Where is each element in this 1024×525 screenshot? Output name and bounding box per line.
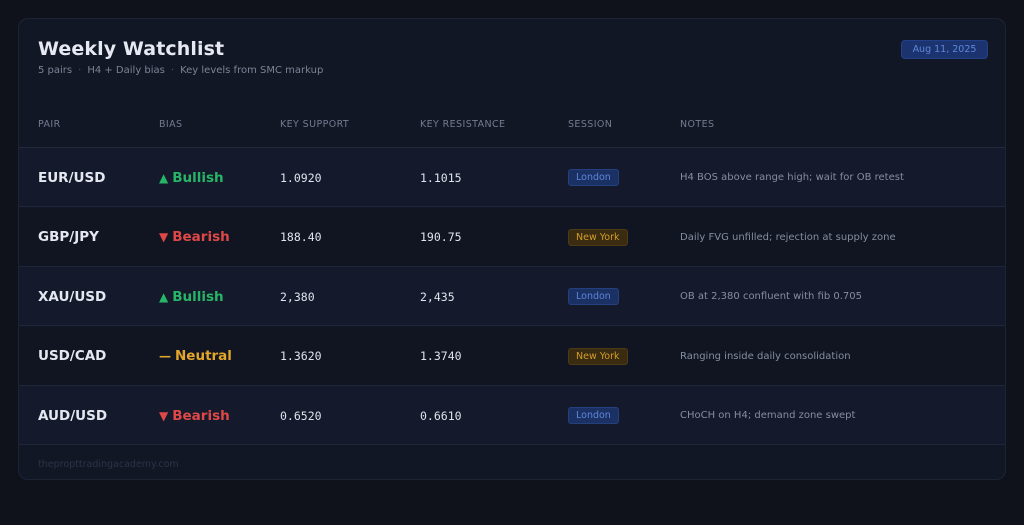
bias-cell: ▼ Bearish: [159, 208, 230, 267]
pair-cell: USD/CAD: [38, 348, 107, 364]
bias-bullish-icon: ▲: [159, 170, 169, 185]
session-cell: London: [568, 386, 619, 445]
bias-label: Bullish: [172, 169, 224, 186]
subtitle-timeframe: H4 + Daily bias: [87, 65, 165, 76]
pair-cell: EUR/USD: [38, 169, 106, 186]
bias-cell: ▲ Bullish: [159, 148, 224, 207]
bias-label: Bearish: [172, 229, 230, 245]
subtitle-source: Key levels from SMC markup: [180, 65, 324, 76]
column-header-notes: NOTES: [680, 119, 715, 130]
subtitle-separator: ·: [78, 65, 82, 76]
notes-cell: Daily FVG unfilled; rejection at supply …: [680, 231, 896, 243]
bias-label: Bearish: [172, 407, 230, 424]
session-badge: London: [568, 169, 619, 186]
subtitle-pair-count: 5 pairs: [38, 65, 73, 76]
table-row[interactable]: EUR/USD ▲ Bullish 1.0920 1.1015 London H4 BOS …: [19, 148, 1005, 207]
bias-cell: ▲ Bullish: [159, 267, 224, 326]
bias-label: Bullish: [172, 288, 224, 305]
notes-cell: CHoCH on H4; demand zone swept: [680, 410, 856, 421]
key-support-cell: 1.3620: [280, 349, 322, 363]
page-title: Weekly Watchlist: [38, 38, 225, 60]
session-cell: New York: [568, 327, 628, 386]
session-cell: New York: [568, 208, 628, 267]
table-row[interactable]: AUD/USD ▼ Bearish 0.6520 0.6610 London CHoCH o…: [19, 386, 1005, 445]
notes-cell: OB at 2,380 confluent with fib 0.705: [680, 291, 862, 302]
session-badge: London: [568, 288, 619, 305]
column-header-bias: BIAS: [159, 119, 183, 130]
column-header-key-resistance: KEY RESISTANCE: [420, 119, 506, 130]
session-badge: New York: [568, 228, 628, 246]
key-support-cell: 0.6520: [280, 408, 322, 423]
session-badge: New York: [568, 347, 628, 365]
notes-cell: H4 BOS above range high; wait for OB ret…: [680, 172, 904, 183]
bias-cell: — Neutral: [159, 327, 232, 386]
table-row[interactable]: GBP/JPY ▼ Bearish 188.40 190.75 New York Daily…: [19, 207, 1005, 267]
session-badge: London: [568, 407, 619, 424]
column-header-key-support: KEY SUPPORT: [280, 119, 350, 130]
bias-label: Neutral: [175, 348, 232, 364]
pair-cell: GBP/JPY: [38, 229, 99, 245]
key-resistance-cell: 1.3740: [420, 349, 462, 363]
column-header-pair: PAIR: [38, 119, 61, 130]
key-resistance-cell: 1.1015: [420, 170, 462, 185]
bias-neutral-icon: —: [159, 349, 171, 363]
session-cell: London: [568, 267, 619, 326]
bias-bearish-icon: ▼: [159, 408, 169, 423]
key-resistance-cell: 2,435: [420, 289, 455, 304]
session-cell: London: [568, 148, 619, 207]
key-resistance-cell: 0.6610: [420, 408, 462, 423]
subtitle-separator: ·: [170, 65, 175, 76]
pair-cell: AUD/USD: [38, 407, 108, 424]
date-badge: Aug 11, 2025: [901, 40, 988, 59]
subtitle: 5 pairs · H4 + Daily bias · Key levels from …: [38, 65, 323, 76]
table-row[interactable]: USD/CAD — Neutral 1.3620 1.3740 New York Rangi…: [19, 326, 1005, 386]
notes-cell: Ranging inside daily consolidation: [680, 350, 851, 362]
column-header-session: SESSION: [568, 119, 613, 130]
bias-cell: ▼ Bearish: [159, 386, 230, 445]
watchlist-card: Weekly Watchlist 5 pairs · H4 + Daily bias…: [18, 18, 1006, 480]
bias-bullish-icon: ▲: [159, 289, 169, 304]
key-support-cell: 2,380: [280, 289, 315, 304]
key-resistance-cell: 190.75: [420, 230, 462, 244]
table-header: PAIR BIAS KEY SUPPORT KEY RESISTANCE SES…: [19, 119, 1005, 137]
key-support-cell: 1.0920: [280, 170, 322, 185]
footer-watermark: thepropttradingacademy.com: [38, 459, 179, 470]
bias-bearish-icon: ▼: [159, 230, 169, 244]
key-support-cell: 188.40: [280, 230, 322, 244]
pair-cell: XAU/USD: [38, 288, 107, 305]
table-row[interactable]: XAU/USD ▲ Bullish 2,380 2,435 London OB at 2,3…: [19, 267, 1005, 326]
